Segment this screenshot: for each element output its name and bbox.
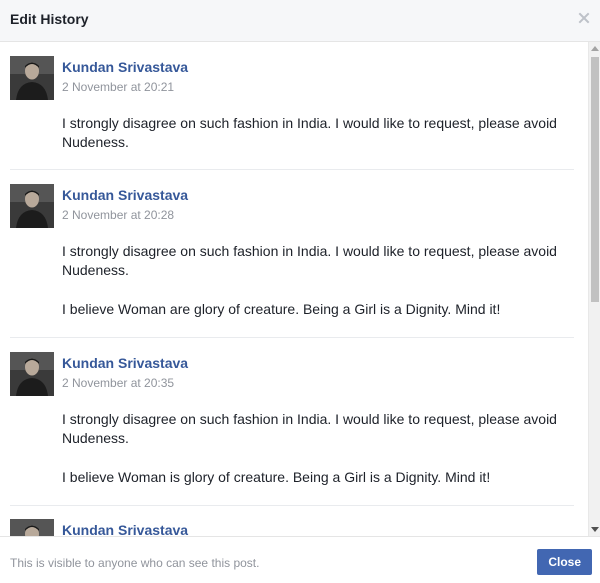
scrollbar-thumb[interactable] <box>591 57 599 302</box>
edit-history-list[interactable]: Kundan Srivastava 2 November at 20:21 I … <box>0 42 600 536</box>
author-name-link[interactable]: Kundan Srivastava <box>62 58 188 76</box>
profile-photo-icon <box>10 56 54 100</box>
visibility-note: This is visible to anyone who can see th… <box>10 556 260 570</box>
dialog-footer: This is visible to anyone who can see th… <box>0 536 600 583</box>
timestamp[interactable]: 2 November at 20:35 <box>62 375 174 391</box>
timestamp[interactable]: 2 November at 20:28 <box>62 207 174 223</box>
author-name-link[interactable]: Kundan Srivastava <box>62 521 188 536</box>
entry-paragraph: I strongly disagree on such fashion in I… <box>62 243 557 278</box>
scrollbar[interactable] <box>588 42 600 536</box>
entry-content: I strongly disagree on such fashion in I… <box>62 114 578 152</box>
scroll-down-arrow-icon[interactable] <box>591 527 599 532</box>
dialog-title: Edit History <box>10 11 89 27</box>
close-button[interactable]: Close <box>537 549 592 575</box>
profile-photo-icon <box>10 352 54 396</box>
entry-divider <box>10 169 574 170</box>
close-x-icon[interactable] <box>577 11 591 25</box>
entry-divider <box>10 505 574 506</box>
entry-divider <box>10 337 574 338</box>
profile-photo-icon <box>10 519 54 536</box>
timestamp[interactable]: 2 November at 20:21 <box>62 79 174 95</box>
avatar[interactable] <box>10 352 54 396</box>
entry-paragraph: I believe Woman is glory of creature. Be… <box>62 469 491 485</box>
entry-paragraph: I strongly disagree on such fashion in I… <box>62 115 557 150</box>
avatar[interactable] <box>10 56 54 100</box>
author-name-link[interactable]: Kundan Srivastava <box>62 186 188 204</box>
scroll-up-arrow-icon[interactable] <box>591 46 599 51</box>
edit-history-dialog: Edit History Kundan Srivastava 2 Novembe… <box>0 0 600 583</box>
entry-content: I strongly disagree on such fashion in I… <box>62 242 578 319</box>
avatar[interactable] <box>10 184 54 228</box>
avatar[interactable] <box>10 519 54 536</box>
entry-paragraph: I believe Woman are glory of creature. B… <box>62 301 501 317</box>
author-name-link[interactable]: Kundan Srivastava <box>62 354 188 372</box>
entry-content: I strongly disagree on such fashion in I… <box>62 410 578 487</box>
profile-photo-icon <box>10 184 54 228</box>
dialog-header: Edit History <box>0 0 600 42</box>
entry-paragraph: I strongly disagree on such fashion in I… <box>62 411 557 446</box>
